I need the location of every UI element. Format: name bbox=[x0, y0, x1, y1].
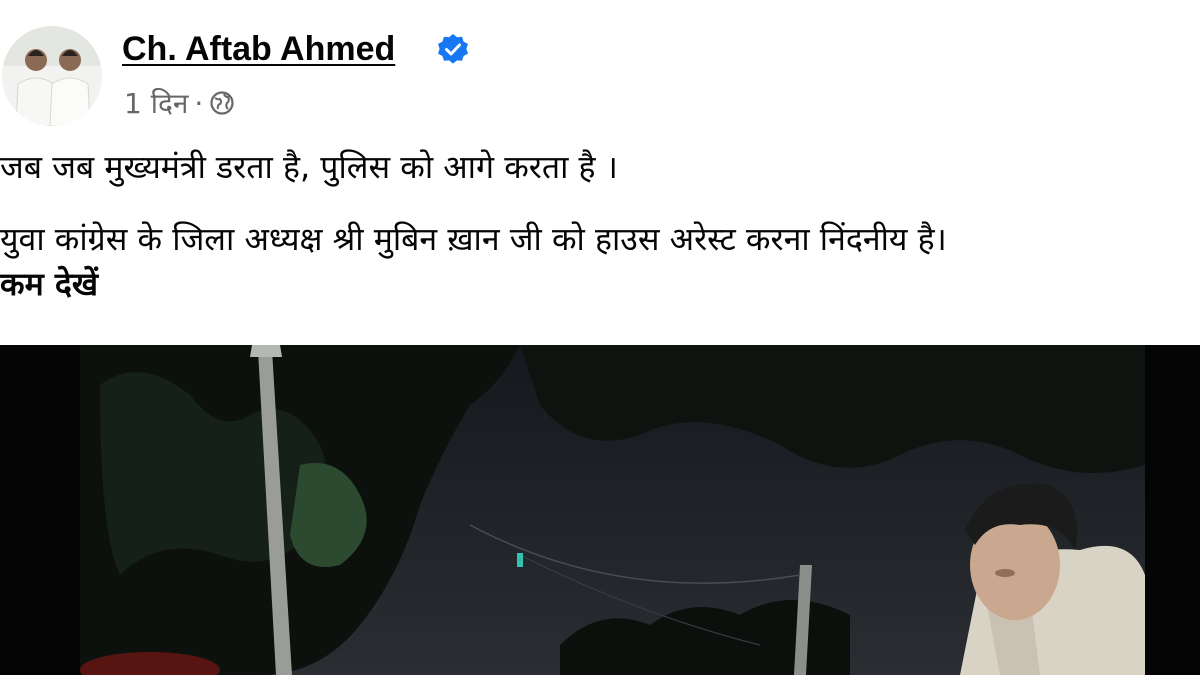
globe-icon[interactable] bbox=[209, 90, 235, 116]
post-timestamp[interactable]: 1 दिन bbox=[124, 84, 188, 122]
meta-separator: · bbox=[194, 86, 204, 120]
see-less-link[interactable]: कम देखें bbox=[0, 262, 98, 305]
post-text-line-2: युवा कांग्रेस के जिला अध्यक्ष श्री मुबिन… bbox=[0, 220, 947, 258]
author-name-link[interactable]: Ch. Aftab Ahmed bbox=[122, 30, 395, 69]
post-text-line-1: जब जब मुख्यमंत्री डरता है, पुलिस को आगे … bbox=[0, 148, 618, 186]
verified-badge-icon bbox=[438, 34, 468, 64]
post-header: Ch. Aftab Ahmed 1 दिन · bbox=[0, 0, 1200, 140]
avatar-photo bbox=[2, 26, 102, 126]
post-video[interactable] bbox=[0, 345, 1200, 675]
video-frame bbox=[0, 345, 1200, 675]
author-avatar[interactable] bbox=[2, 26, 102, 126]
post-meta: 1 दिन · bbox=[124, 84, 235, 122]
